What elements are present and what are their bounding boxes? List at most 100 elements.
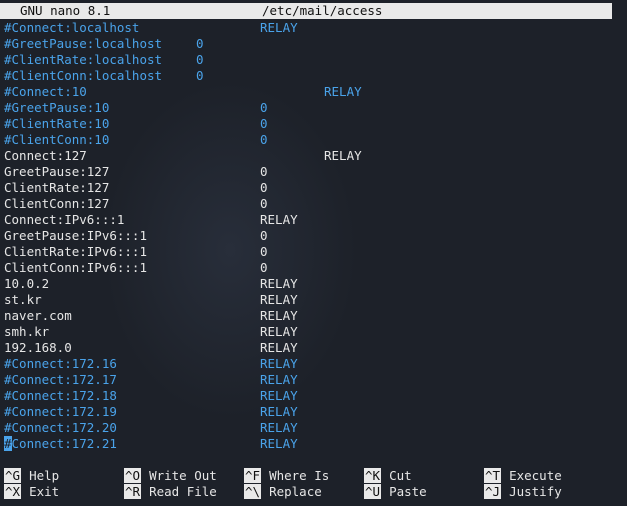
line-key: #GreetPause:localhost [4,36,163,51]
file-line[interactable]: #Connect:10 RELAY [0,84,627,100]
line-key: GreetPause:127 [4,164,110,179]
line-key: Connect:IPv6:::1 [4,212,125,227]
file-line[interactable]: ClientRate:127 0 [0,180,627,196]
line-key: #ClientRate:localhost [4,52,163,67]
shortcut-cut[interactable]: ^K Cut [364,468,412,484]
shortcut-label: Write Out [149,468,217,483]
file-line[interactable]: ClientRate:IPv6:::1 0 [0,244,627,260]
shortcut-label: Paste [389,484,427,499]
shortcut-key: ^T [484,468,502,483]
shortcut-write-out[interactable]: ^O Write Out [124,468,217,484]
line-key: ClientConn:127 [4,196,110,211]
line-key: #Connect:172.19 [4,404,117,419]
file-line[interactable]: smh.kr RELAY [0,324,627,340]
line-key: Connect:127 [4,148,87,163]
line-value: 0 [196,52,204,67]
file-line[interactable]: #Connect:172.18 RELAY [0,388,627,404]
file-line[interactable]: #Connect:172.20 RELAY [0,420,627,436]
shortcut-label: Help [29,468,60,483]
line-value: 0 [260,132,268,147]
line-key: #Connect:localhost [4,20,140,35]
file-line[interactable]: #ClientConn:localhost 0 [0,68,627,84]
line-key: ClientConn:IPv6:::1 [4,260,147,275]
line-key: #Connect:172.20 [4,420,117,435]
file-line[interactable]: 192.168.0 RELAY [0,340,627,356]
terminal-window[interactable]: GNU nano 8.1 /etc/mail/access #Connect:l… [0,0,627,506]
file-line[interactable]: Connect:IPv6:::1 RELAY [0,212,627,228]
line-key: 192.168.0 [4,340,72,355]
line-key-rest: Connect:172.21 [11,436,117,451]
line-value: RELAY [324,84,362,99]
shortcut-key: ^G [4,468,22,483]
line-value: RELAY [260,20,298,35]
file-line[interactable]: Connect:127 RELAY [0,148,627,164]
line-key: GreetPause:IPv6:::1 [4,228,147,243]
shortcut-key: ^R [124,484,142,499]
shortcut-justify[interactable]: ^J Justify [484,484,562,500]
text-cursor: # [4,436,12,451]
file-line[interactable]: naver.com RELAY [0,308,627,324]
file-line[interactable]: #Connect:172.16 RELAY [0,356,627,372]
line-key: ClientRate:IPv6:::1 [4,244,147,259]
shortcut-where-is[interactable]: ^F Where Is [244,468,329,484]
line-key: #Connect:172.16 [4,356,117,371]
shortcut-label: Where Is [269,468,330,483]
line-key: #Connect:172.18 [4,388,117,403]
shortcut-key: ^X [4,484,22,499]
file-line[interactable]: #ClientRate:localhost 0 [0,52,627,68]
file-line[interactable]: #GreetPause:localhost 0 [0,36,627,52]
line-value: RELAY [260,436,298,451]
app-name: GNU nano 8.1 [20,3,111,18]
shortcut-paste[interactable]: ^U Paste [364,484,427,500]
shortcut-label: Execute [509,468,562,483]
shortcut-read-file[interactable]: ^R Read File [124,484,217,500]
shortcut-row-1: ^G Help ^O Write Out ^F Where Is ^K Cut ^T Execut… [0,468,627,484]
file-line[interactable]: ClientConn:IPv6:::1 0 [0,260,627,276]
shortcut-label: Exit [29,484,60,499]
line-key: #ClientRate:10 [4,116,110,131]
line-value: 0 [196,68,204,83]
file-line[interactable]: #GreetPause:10 0 [0,100,627,116]
line-value: 0 [260,180,268,195]
line-value: 0 [260,244,268,259]
file-line[interactable]: ClientConn:127 0 [0,196,627,212]
line-value: 0 [260,228,268,243]
shortcut-help[interactable]: ^G Help [4,468,59,484]
shortcut-label: Justify [509,484,562,499]
line-key: #Connect:172.17 [4,372,117,387]
editor-buffer[interactable]: #Connect:localhost RELAY #GreetPause:local… [0,20,627,452]
shortcut-bar: ^G Help ^O Write Out ^F Where Is ^K Cut ^T Execut… [0,468,627,500]
file-line[interactable]: GreetPause:IPv6:::1 0 [0,228,627,244]
line-value: 0 [260,196,268,211]
line-key: #ClientConn:localhost [4,68,163,83]
line-key: naver.com [4,308,72,323]
line-value: 0 [196,36,204,51]
shortcut-label: Read File [149,484,217,499]
shortcut-key: ^J [484,484,502,499]
line-key: #GreetPause:10 [4,100,110,115]
file-line[interactable]: #Connect:172.21 RELAY [0,436,627,452]
shortcut-key: ^\ [244,484,262,499]
line-value: RELAY [260,404,298,419]
line-value: 0 [260,116,268,131]
shortcut-label: Cut [389,468,412,483]
file-line[interactable]: #ClientConn:10 0 [0,132,627,148]
file-line[interactable]: #Connect:localhost RELAY [0,20,627,36]
line-value: RELAY [260,212,298,227]
line-key: ClientRate:127 [4,180,110,195]
file-line[interactable]: #Connect:172.17 RELAY [0,372,627,388]
file-line[interactable]: 10.0.2 RELAY [0,276,627,292]
file-line[interactable]: #Connect:172.19 RELAY [0,404,627,420]
line-value: 0 [260,100,268,115]
shortcut-exit[interactable]: ^X Exit [4,484,59,500]
line-key: #Connect:172.21 [4,436,117,452]
line-key: st.kr [4,292,42,307]
shortcut-replace[interactable]: ^\ Replace [244,484,322,500]
line-key: smh.kr [4,324,50,339]
shortcut-execute[interactable]: ^T Execute [484,468,562,484]
file-line[interactable]: #ClientRate:10 0 [0,116,627,132]
shortcut-row-2: ^X Exit ^R Read File ^\ Replace ^U Paste ^J Justi… [0,484,627,500]
file-line[interactable]: st.kr RELAY [0,292,627,308]
line-value: 0 [260,260,268,275]
file-line[interactable]: GreetPause:127 0 [0,164,627,180]
